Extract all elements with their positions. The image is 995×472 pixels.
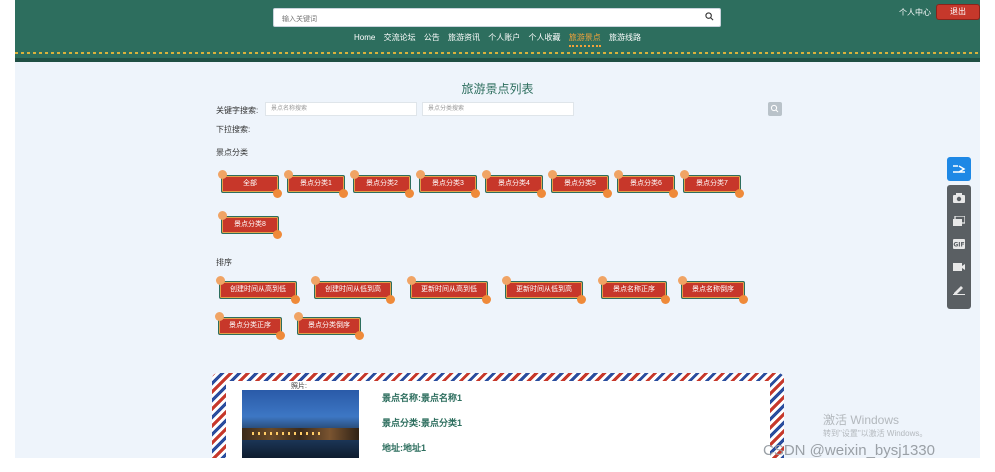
csdn-watermark: CSDN @weixin_bysj1330 [763, 442, 935, 459]
header-bottom-band [15, 58, 980, 62]
photo-lights [252, 432, 322, 435]
category-8-button[interactable]: 景点分类8 [218, 211, 282, 239]
category-all-button[interactable]: 全部 [218, 170, 282, 198]
search-button[interactable] [768, 102, 782, 116]
activate-windows-title: 激活 Windows [823, 413, 900, 427]
category-1-button[interactable]: 景点分类1 [284, 170, 348, 198]
sort-created-asc-button[interactable]: 创建时间从低到高 [311, 276, 395, 304]
camera-icon[interactable] [953, 193, 965, 203]
svg-text:GIF: GIF [953, 242, 964, 249]
sort-updated-desc-button[interactable]: 更新时间从高到低 [407, 276, 491, 304]
category-search-input[interactable]: 景点分类搜索 [422, 102, 574, 116]
attraction-address: 地址:地址1 [382, 443, 427, 453]
category-7-button[interactable]: 景点分类7 [680, 170, 744, 198]
window-capture-icon[interactable] [953, 216, 965, 226]
dropdown-search-label: 下拉搜索: [216, 125, 251, 134]
share-button[interactable] [947, 157, 971, 181]
name-search-input[interactable]: 景点名称搜索 [265, 102, 417, 116]
keyword-search-label: 关键字搜索: [216, 106, 259, 115]
category-4-button[interactable]: 景点分类4 [482, 170, 546, 198]
sort-updated-asc-button[interactable]: 更新时间从低到高 [502, 276, 586, 304]
sort-category-asc-button[interactable]: 景点分类正序 [215, 312, 285, 340]
nav-home[interactable]: Home [354, 33, 375, 42]
sort-category-desc-button[interactable]: 景点分类倒序 [294, 312, 364, 340]
sort-created-desc-button[interactable]: 创建时间从高到低 [216, 276, 300, 304]
nav-forum[interactable]: 交流论坛 [384, 32, 416, 43]
nav-account[interactable]: 个人账户 [488, 32, 520, 43]
search-button-icon [770, 104, 779, 113]
search-bar[interactable] [273, 8, 721, 27]
search-icon[interactable] [705, 12, 714, 21]
photo-water [242, 440, 359, 458]
nav-attractions[interactable]: 旅游景点 [568, 32, 601, 47]
nav-notice[interactable]: 公告 [424, 32, 440, 43]
sort-section-title: 排序 [216, 258, 232, 267]
pen-icon[interactable] [953, 285, 965, 295]
category-5-button[interactable]: 景点分类5 [548, 170, 612, 198]
nav-favorites[interactable]: 个人收藏 [529, 32, 561, 43]
video-icon[interactable] [953, 262, 965, 272]
sort-name-asc-button[interactable]: 景点名称正序 [598, 276, 670, 304]
main-nav: Home 交流论坛 公告 旅游资讯 个人账户 个人收藏 旅游景点 旅游线路 [15, 32, 980, 47]
gif-icon[interactable]: GIF [953, 239, 965, 249]
search-input[interactable] [280, 11, 684, 27]
page-title: 旅游景点列表 [461, 82, 534, 96]
logout-button[interactable]: 退出 [937, 5, 979, 19]
page-frame: Home 交流论坛 公告 旅游资讯 个人账户 个人收藏 旅游景点 旅游线路 个人… [15, 0, 980, 458]
category-section-title: 景点分类 [216, 148, 248, 157]
nav-routes[interactable]: 旅游线路 [609, 32, 641, 43]
activate-windows-subtitle: 转到"设置"以激活 Windows。 [823, 429, 928, 438]
attraction-category: 景点分类:景点分类1 [382, 418, 463, 428]
tool-panel: GIF [947, 185, 971, 309]
top-header: Home 交流论坛 公告 旅游资讯 个人账户 个人收藏 旅游景点 旅游线路 个人… [15, 0, 980, 62]
category-2-button[interactable]: 景点分类2 [350, 170, 414, 198]
attraction-photo[interactable] [242, 390, 359, 458]
nav-news[interactable]: 旅游资讯 [448, 32, 480, 43]
category-6-button[interactable]: 景点分类6 [614, 170, 678, 198]
share-icon [953, 165, 966, 173]
user-center-link[interactable]: 个人中心 [899, 7, 931, 18]
attraction-name: 景点名称:景点名称1 [382, 393, 463, 403]
sort-name-desc-button[interactable]: 景点名称倒序 [678, 276, 748, 304]
header-stripe [15, 52, 980, 54]
category-3-button[interactable]: 景点分类3 [416, 170, 480, 198]
